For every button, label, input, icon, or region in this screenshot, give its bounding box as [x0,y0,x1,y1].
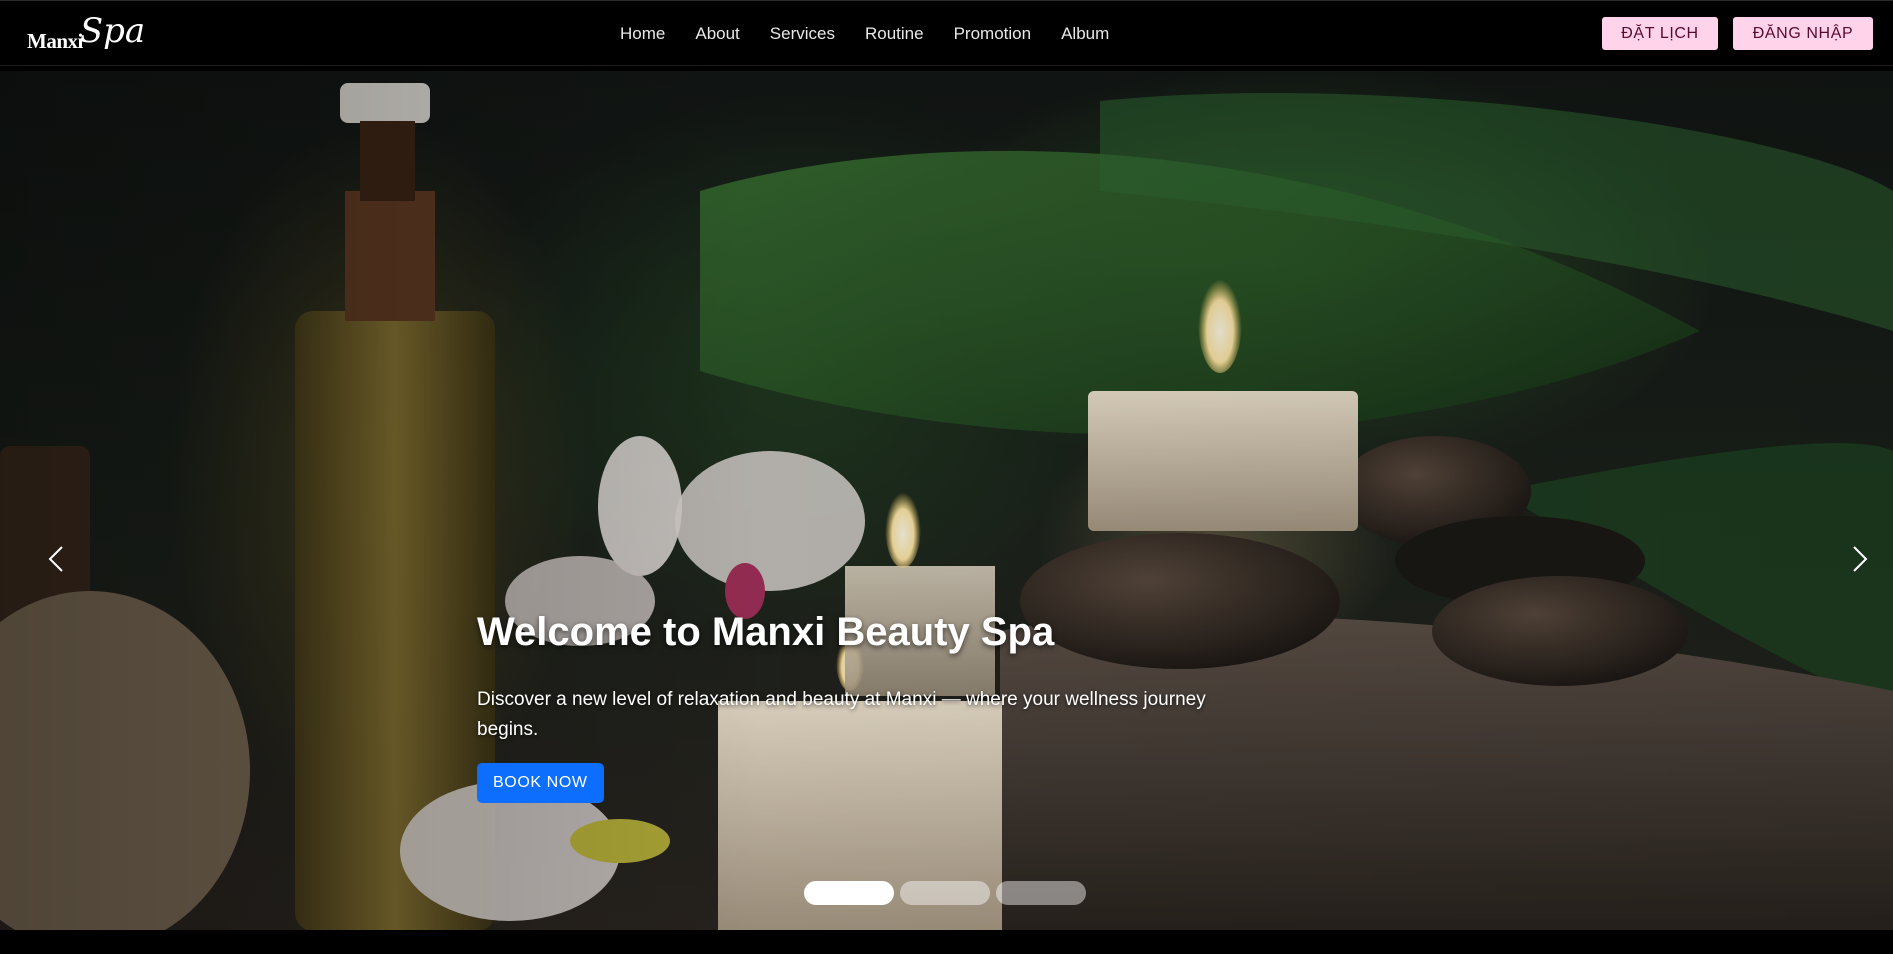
chevron-right-icon [1853,546,1868,572]
nav-item-routine: Routine [865,24,924,44]
login-button[interactable]: ĐĂNG NHẬP [1733,17,1873,50]
main-nav: Home About Services Routine Promotion Al… [620,1,1109,67]
nav-link-about[interactable]: About [695,24,739,43]
carousel-indicators [804,881,1086,905]
book-appointment-button[interactable]: ĐẶT LỊCH [1602,17,1718,50]
carousel-indicator-2[interactable] [900,881,990,905]
nav-link-home[interactable]: Home [620,24,665,43]
nav-item-about: About [695,24,739,44]
hero-caption: Welcome to Manxi Beauty Spa Discover a n… [477,610,1267,803]
nav-link-promotion[interactable]: Promotion [954,24,1031,43]
carousel-indicator-1[interactable] [804,881,894,905]
brand-logo[interactable]: Manxi Spa [27,11,145,55]
nav-item-promotion: Promotion [954,24,1031,44]
chevron-left-icon [48,546,63,572]
page-bottom-strip [0,930,1893,954]
logo-text-manxi: Manxi [27,29,83,53]
carousel-indicator-3[interactable] [996,881,1086,905]
hero-title: Welcome to Manxi Beauty Spa [477,610,1055,654]
nav-link-services[interactable]: Services [770,24,835,43]
nav-item-services: Services [770,24,835,44]
hero-carousel: Welcome to Manxi Beauty Spa Discover a n… [0,71,1893,930]
nav-item-album: Album [1061,24,1109,44]
carousel-prev-button[interactable] [38,531,74,587]
carousel-next-button[interactable] [1842,531,1878,587]
logo-text-spa: Spa [79,11,146,51]
top-navbar: Manxi Spa Home About Services Routine Pr… [0,0,1893,66]
book-now-button[interactable]: BOOK NOW [477,763,604,803]
nav-link-routine[interactable]: Routine [865,24,924,43]
nav-link-album[interactable]: Album [1061,24,1109,43]
nav-item-home: Home [620,24,665,44]
hero-subtitle: Discover a new level of relaxation and b… [477,689,1206,740]
